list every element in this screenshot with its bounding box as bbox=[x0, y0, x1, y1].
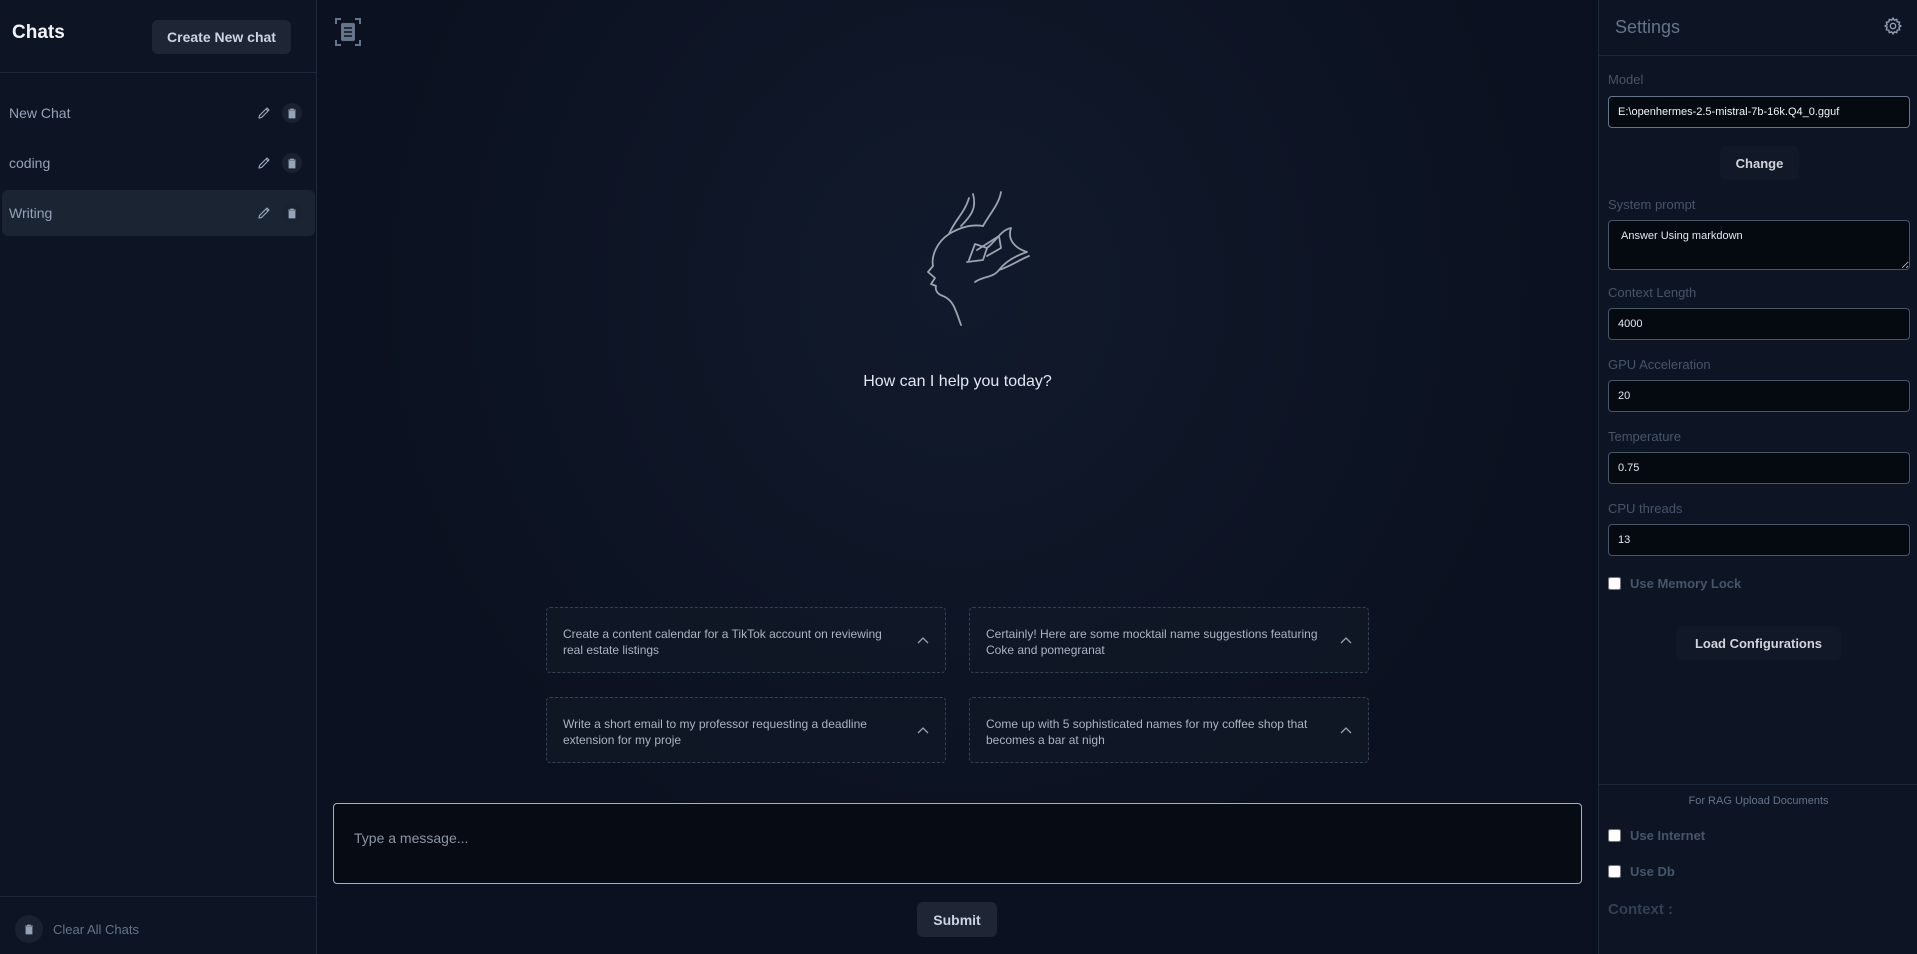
context-length-label: Context Length bbox=[1608, 285, 1697, 300]
sidebar-footer: Clear All Chats bbox=[0, 896, 317, 954]
suggestion-text: Create a content calendar for a TikTok a… bbox=[563, 627, 882, 657]
trash-icon[interactable] bbox=[282, 103, 302, 123]
settings-header: Settings bbox=[1599, 0, 1917, 56]
face-sketch-logo bbox=[927, 191, 1030, 326]
suggestion-text: Come up with 5 sophisticated names for m… bbox=[986, 717, 1308, 747]
message-input[interactable] bbox=[354, 828, 1534, 848]
context-length-field[interactable] bbox=[1608, 308, 1910, 340]
gpu-acceleration-field[interactable] bbox=[1608, 380, 1910, 412]
chat-item-coding[interactable]: coding bbox=[2, 140, 315, 186]
chevron-up-icon bbox=[1340, 637, 1352, 644]
memory-lock-row[interactable]: Use Memory Lock bbox=[1608, 574, 1741, 592]
settings-title: Settings bbox=[1615, 17, 1681, 37]
system-prompt-label: System prompt bbox=[1608, 197, 1696, 212]
use-db-row[interactable]: Use Db bbox=[1608, 862, 1675, 880]
cpu-threads-label: CPU threads bbox=[1608, 501, 1683, 516]
edit-icon[interactable] bbox=[256, 105, 272, 121]
create-new-chat-button[interactable]: Create New chat bbox=[152, 20, 291, 54]
use-db-label: Use Db bbox=[1630, 863, 1675, 879]
clear-all-chats-button[interactable]: Clear All Chats bbox=[53, 922, 139, 937]
chat-item-label: coding bbox=[9, 155, 51, 171]
chat-item-new-chat[interactable]: New Chat bbox=[2, 90, 315, 136]
temperature-label: Temperature bbox=[1608, 429, 1681, 444]
chevron-up-icon bbox=[1340, 727, 1352, 734]
chat-main: How can I help you today? Create a conte… bbox=[317, 0, 1598, 954]
chat-list: New Chat coding Writing bbox=[0, 90, 317, 240]
sidebar-title: Chats bbox=[12, 22, 65, 43]
chat-item-label: New Chat bbox=[9, 105, 71, 121]
chevron-up-icon bbox=[917, 637, 929, 644]
chat-sidebar: Chats Create New chat New Chat coding Wr… bbox=[0, 0, 317, 954]
edit-icon[interactable] bbox=[256, 155, 272, 171]
use-db-checkbox[interactable] bbox=[1608, 864, 1621, 878]
model-label: Model bbox=[1608, 72, 1644, 87]
context-label: Context : bbox=[1608, 901, 1673, 918]
suggestion-card[interactable]: Write a short email to my professor requ… bbox=[546, 697, 946, 763]
trash-icon[interactable] bbox=[282, 153, 302, 173]
rag-divider bbox=[1599, 784, 1917, 785]
chat-item-label: Writing bbox=[9, 205, 53, 221]
message-composer[interactable] bbox=[333, 803, 1582, 884]
use-internet-label: Use Internet bbox=[1630, 827, 1706, 843]
app-window: Chats Create New chat New Chat coding Wr… bbox=[0, 0, 1917, 954]
memory-lock-label: Use Memory Lock bbox=[1630, 575, 1742, 591]
trash-icon[interactable] bbox=[282, 203, 302, 223]
gpu-acceleration-label: GPU Acceleration bbox=[1608, 357, 1711, 372]
rag-section-title: For RAG Upload Documents bbox=[1688, 795, 1829, 807]
trash-icon[interactable] bbox=[15, 915, 43, 943]
submit-button[interactable]: Submit bbox=[917, 902, 997, 937]
chevron-up-icon bbox=[917, 727, 929, 734]
temperature-field[interactable] bbox=[1608, 452, 1910, 484]
use-internet-checkbox[interactable] bbox=[1608, 828, 1621, 842]
memory-lock-checkbox[interactable] bbox=[1608, 576, 1621, 590]
greeting-text: How can I help you today? bbox=[863, 373, 1052, 390]
load-configurations-button[interactable]: Load Configurations bbox=[1676, 626, 1841, 660]
chat-item-writing[interactable]: Writing bbox=[2, 190, 315, 236]
suggestion-card[interactable]: Come up with 5 sophisticated names for m… bbox=[969, 697, 1369, 763]
suggestion-card[interactable]: Create a content calendar for a TikTok a… bbox=[546, 607, 946, 673]
use-internet-row[interactable]: Use Internet bbox=[1608, 826, 1705, 844]
suggestion-text: Write a short email to my professor requ… bbox=[563, 717, 867, 747]
change-model-button[interactable]: Change bbox=[1720, 146, 1799, 180]
suggestion-card[interactable]: Certainly! Here are some mocktail name s… bbox=[969, 607, 1369, 673]
model-field[interactable] bbox=[1608, 96, 1910, 128]
document-scan-icon[interactable] bbox=[334, 17, 362, 47]
edit-icon[interactable] bbox=[256, 205, 272, 221]
cpu-threads-field[interactable] bbox=[1608, 524, 1910, 556]
gear-icon[interactable] bbox=[1883, 16, 1903, 36]
sidebar-header: Chats Create New chat bbox=[0, 0, 316, 73]
suggestion-text: Certainly! Here are some mocktail name s… bbox=[986, 627, 1318, 657]
system-prompt-field[interactable]: Answer Using markdown bbox=[1608, 220, 1910, 270]
settings-panel: Settings Model Change System prompt Answ… bbox=[1598, 0, 1917, 954]
